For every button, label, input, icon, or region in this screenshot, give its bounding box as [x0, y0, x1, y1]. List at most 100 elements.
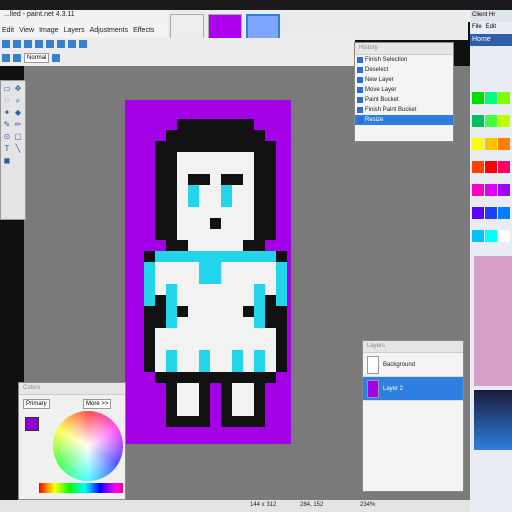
primary-color-swatch[interactable] [25, 417, 39, 431]
image-size-readout: 144 x 312 [250, 502, 277, 508]
browser-tab[interactable]: Client Hr [470, 10, 512, 22]
menu-layers[interactable]: Layers [64, 27, 85, 34]
pixel-art-pixel [177, 152, 254, 163]
pixel-art-pixel [254, 383, 265, 416]
swatch[interactable] [472, 161, 484, 173]
history-item[interactable]: Finish Selection [355, 55, 453, 65]
pixel-art-pixel [210, 218, 221, 229]
pixel-art-pixel [166, 130, 265, 141]
swatch[interactable] [472, 138, 484, 150]
menu-adjustments[interactable]: Adjustments [90, 27, 129, 34]
magic-wand-tool-icon[interactable]: ✦ [3, 109, 11, 117]
color-wheel[interactable] [53, 411, 123, 481]
layer-row-background[interactable]: Background [363, 353, 463, 377]
image-thumbnail-strip [168, 10, 468, 44]
color-preview-area [474, 256, 512, 386]
antialias-icon[interactable] [13, 54, 21, 62]
history-item[interactable]: New Layer [355, 75, 453, 85]
pixel-art-pixel [177, 119, 254, 130]
menu-bar: Edit View Image Layers Adjustments Effec… [0, 22, 170, 38]
swatch[interactable] [485, 138, 497, 150]
history-item[interactable]: Move Layer [355, 85, 453, 95]
zoom-tool-icon[interactable]: ⌕ [14, 97, 22, 105]
history-item-active[interactable]: Resize [355, 115, 453, 125]
swatch[interactable] [498, 92, 510, 104]
menu-effects[interactable]: Effects [133, 27, 154, 34]
shapes-tool-icon[interactable]: ◼ [3, 157, 11, 165]
open-file-icon[interactable] [13, 40, 21, 48]
pixel-art-pixel [177, 306, 188, 317]
swatch[interactable] [485, 184, 497, 196]
pixel-art-pixel [188, 240, 243, 251]
pencil-tool-icon[interactable]: ✏ [14, 121, 22, 129]
swatch[interactable] [472, 92, 484, 104]
swatch[interactable] [498, 230, 510, 242]
menu-view[interactable]: View [19, 27, 34, 34]
zoom-level-readout: 234% [360, 502, 376, 508]
pixel-art-pixel [188, 174, 210, 185]
selection-mode-icon[interactable] [2, 54, 10, 62]
colors-panel: Colors Primary More >> [18, 382, 126, 500]
swatch[interactable] [472, 115, 484, 127]
swatch[interactable] [485, 115, 497, 127]
move-tool-icon[interactable]: ✥ [14, 85, 22, 93]
pixel-art-pixel [166, 383, 177, 416]
pixel-art-pixel [221, 174, 243, 185]
line-tool-icon[interactable]: ╲ [14, 145, 22, 153]
swatch[interactable] [498, 207, 510, 219]
menu-image[interactable]: Image [39, 27, 58, 34]
eraser-tool-icon[interactable]: ▢ [14, 133, 22, 141]
swatch[interactable] [498, 184, 510, 196]
more-colors-button[interactable]: More >> [83, 399, 112, 409]
colors-title: Colors [19, 383, 125, 395]
browser-menu: File Edit [470, 22, 512, 34]
swatch[interactable] [498, 115, 510, 127]
layer-label: Layer 2 [383, 385, 404, 392]
primary-color-select[interactable]: Primary [23, 399, 50, 409]
color-palette-strip[interactable] [39, 483, 123, 493]
browser-home-tab[interactable]: Home [470, 34, 512, 46]
rectangle-select-tool-icon[interactable]: ▭ [3, 85, 11, 93]
fill-mode-icon[interactable] [52, 54, 61, 62]
browser-menu-file[interactable]: File [472, 24, 482, 32]
menu-edit[interactable]: Edit [2, 27, 14, 34]
clone-stamp-tool-icon[interactable]: ⊙ [3, 133, 11, 141]
pixel-art-canvas[interactable] [125, 100, 291, 444]
swatch[interactable] [498, 161, 510, 173]
pixel-art-pixel [254, 284, 265, 328]
text-tool-icon[interactable]: T [3, 145, 11, 153]
swatch[interactable] [485, 92, 497, 104]
paint-bucket-tool-icon[interactable]: ◆ [14, 109, 22, 117]
paste-icon[interactable] [57, 40, 65, 48]
window-title: ...lled - paint.net 4.3.11 [4, 11, 75, 18]
brush-tool-icon[interactable]: ✎ [3, 121, 11, 129]
swatch[interactable] [472, 207, 484, 219]
browser-menu-edit[interactable]: Edit [486, 24, 496, 32]
swatch[interactable] [485, 161, 497, 173]
undo-icon[interactable] [68, 40, 76, 48]
swatch[interactable] [498, 138, 510, 150]
history-item[interactable]: Deselect [355, 65, 453, 75]
save-icon[interactable] [24, 40, 32, 48]
blend-mode-select[interactable]: Normal [24, 53, 50, 63]
swatch[interactable] [472, 230, 484, 242]
swatch[interactable] [485, 230, 497, 242]
pixel-art-pixel [221, 383, 232, 416]
lasso-tool-icon[interactable]: ◌ [3, 97, 11, 105]
pixel-art-pixel [243, 240, 265, 251]
redo-icon[interactable] [79, 40, 87, 48]
copy-icon[interactable] [46, 40, 54, 48]
cursor-position-readout: 284, 152 [300, 502, 324, 508]
cut-icon[interactable] [35, 40, 43, 48]
pixel-art-pixel [166, 350, 177, 372]
pixel-art-pixel [232, 383, 254, 416]
layer-row-layer-2[interactable]: Layer 2 [363, 377, 463, 401]
history-item[interactable]: Finish Paint Bucket [355, 105, 453, 115]
history-item[interactable]: Paint Bucket [355, 95, 453, 105]
pixel-art-pixel [265, 295, 276, 328]
pixel-art-pixel [155, 372, 276, 383]
pixel-art-pixel [155, 295, 166, 328]
swatch[interactable] [485, 207, 497, 219]
swatch[interactable] [472, 184, 484, 196]
new-file-icon[interactable] [2, 40, 10, 48]
